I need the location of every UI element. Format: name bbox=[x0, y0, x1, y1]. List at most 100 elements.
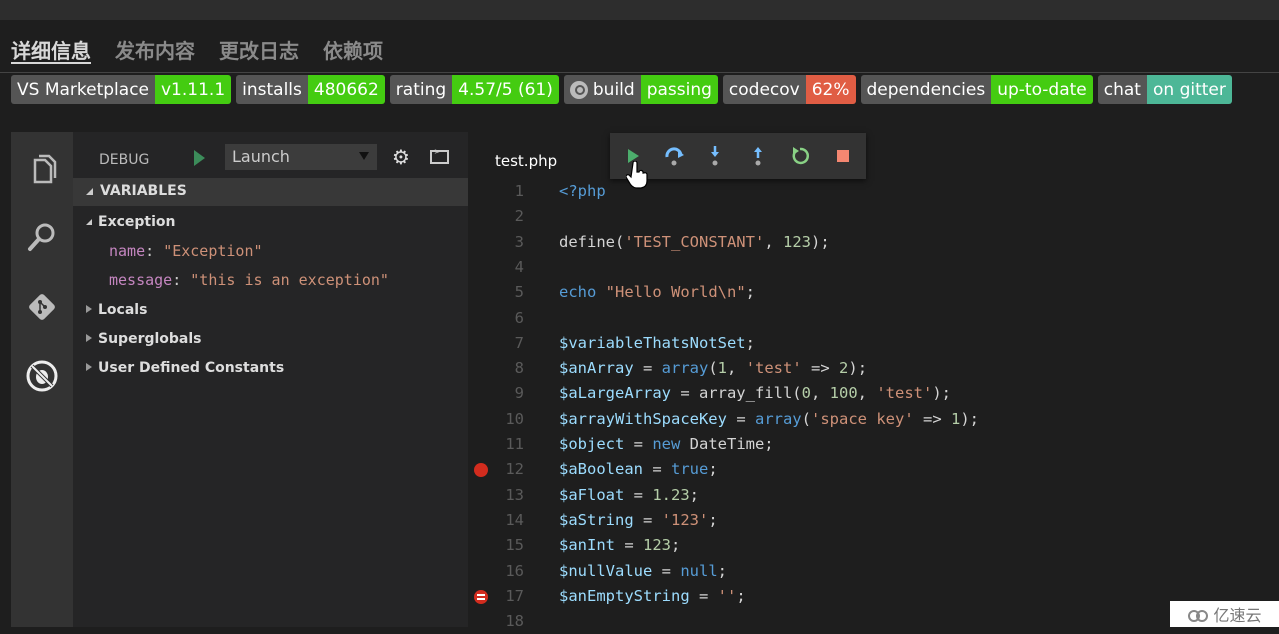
step-out-icon[interactable] bbox=[747, 145, 769, 167]
code-token: 'test' bbox=[745, 359, 802, 378]
code-line[interactable]: 2 bbox=[468, 204, 1279, 229]
code-token: array bbox=[754, 409, 802, 428]
scope-exception[interactable]: Exception bbox=[86, 214, 176, 230]
badge-label: build bbox=[592, 79, 635, 100]
code-token: '123' bbox=[661, 510, 709, 529]
scope-locals[interactable]: Locals bbox=[86, 302, 147, 318]
code-line[interactable]: 9 $aLargeArray = array_fill(0, 100, 'test… bbox=[468, 381, 1279, 406]
step-into-icon[interactable] bbox=[704, 145, 726, 167]
badge-value: v1.11.1 bbox=[155, 75, 232, 104]
launch-config-select[interactable]: Launch bbox=[225, 144, 377, 170]
badge-value: 62% bbox=[805, 75, 856, 104]
variable-value: "this is an exception" bbox=[190, 271, 389, 289]
collapsed-arrow-icon bbox=[86, 334, 92, 342]
continue-icon[interactable] bbox=[622, 145, 644, 167]
code-line[interactable]: 14 $aString = '123'; bbox=[468, 508, 1279, 533]
code-line[interactable]: 5 echo "Hello World\n"; bbox=[468, 280, 1279, 305]
code-token: = bbox=[643, 460, 671, 479]
line-number: 6 bbox=[514, 308, 524, 327]
badge-value: 480662 bbox=[307, 75, 385, 104]
code-token: $nullValue bbox=[559, 561, 653, 580]
tab-changelog[interactable]: 更改日志 bbox=[219, 35, 299, 64]
badge-installs[interactable]: installs 480662 bbox=[236, 75, 385, 104]
code-token: new bbox=[652, 435, 690, 453]
code-line[interactable]: 11 $object = new DateTime; bbox=[468, 432, 1279, 457]
badge-build[interactable]: build passing bbox=[563, 75, 718, 104]
code-line[interactable]: 8 $anArray = array(1, 'test' => 2); bbox=[468, 356, 1279, 381]
scope-label: Locals bbox=[98, 302, 148, 318]
code-text: $aFloat = 1.23; bbox=[559, 483, 699, 508]
start-debugging-button[interactable] bbox=[194, 150, 205, 166]
badge-label: chat bbox=[1097, 75, 1147, 104]
code-line[interactable]: 6 bbox=[468, 306, 1279, 331]
step-over-icon[interactable] bbox=[663, 145, 685, 167]
code-line[interactable]: 18 bbox=[468, 609, 1279, 634]
variable-row[interactable]: message: "this is an exception" bbox=[109, 271, 389, 289]
badge-dependencies[interactable]: dependencies up-to-date bbox=[860, 75, 1093, 104]
code-token: $arrayWithSpaceKey bbox=[559, 409, 727, 428]
tab-dependencies[interactable]: 依赖项 bbox=[323, 35, 383, 64]
code-text: $aLargeArray = array_fill(0, 100, 'test'… bbox=[559, 381, 951, 406]
line-number: 8 bbox=[514, 359, 524, 378]
git-icon[interactable] bbox=[25, 290, 59, 324]
code-line[interactable]: 16 $nullValue = null; bbox=[468, 559, 1279, 584]
conditional-breakpoint-icon[interactable] bbox=[474, 589, 488, 604]
appveyor-icon bbox=[569, 80, 588, 99]
badge-rating[interactable]: rating 4.57/5 (61) bbox=[389, 75, 559, 104]
variables-section-header[interactable]: VARIABLES bbox=[73, 178, 468, 206]
badge-marketplace[interactable]: VS Marketplace v1.11.1 bbox=[11, 75, 232, 104]
tab-details[interactable]: 详细信息 bbox=[11, 35, 91, 64]
code-line[interactable]: 10 $arrayWithSpaceKey = array('space key'… bbox=[468, 407, 1279, 432]
code-token: 123 bbox=[782, 232, 811, 251]
stop-icon[interactable] bbox=[832, 145, 854, 167]
code-token: = bbox=[624, 485, 653, 504]
line-number: 13 bbox=[505, 485, 524, 504]
code-line[interactable]: 17 $anEmptyString = ''; bbox=[468, 584, 1279, 609]
variables-title: VARIABLES bbox=[100, 183, 187, 199]
code-line[interactable]: 7 $variableThatsNotSet; bbox=[468, 331, 1279, 356]
line-number: 5 bbox=[514, 283, 524, 302]
gear-icon[interactable]: ⚙ bbox=[392, 147, 410, 167]
chevron-down-icon bbox=[359, 152, 369, 160]
debug-icon[interactable] bbox=[25, 359, 59, 393]
code-token: => bbox=[801, 359, 840, 378]
explorer-icon[interactable] bbox=[25, 152, 59, 186]
collapsed-arrow-icon bbox=[86, 363, 92, 371]
badge-value: on gitter bbox=[1146, 75, 1232, 104]
code-token: 100 bbox=[829, 384, 858, 403]
line-number: 3 bbox=[514, 232, 524, 251]
code-token: $aString bbox=[559, 510, 634, 529]
debug-console-icon[interactable] bbox=[430, 147, 449, 164]
code-token: 1 bbox=[717, 359, 728, 378]
code-line[interactable]: 12 $aBoolean = true; bbox=[468, 457, 1279, 482]
code-line[interactable]: 15 $anInt = 123; bbox=[468, 533, 1279, 558]
debug-title: DEBUG bbox=[99, 152, 150, 168]
variable-row[interactable]: name: "Exception" bbox=[109, 242, 263, 260]
code-line[interactable]: 3 define('TEST_CONSTANT', 123); bbox=[468, 230, 1279, 255]
breakpoint-icon[interactable] bbox=[474, 463, 488, 478]
code-token: = bbox=[624, 435, 653, 453]
search-icon[interactable] bbox=[25, 220, 59, 254]
file-tab[interactable]: test.php bbox=[495, 152, 557, 170]
code-token: DateTime; bbox=[689, 435, 774, 453]
line-number: 2 bbox=[514, 207, 524, 226]
page-tabs: 详细信息 发布内容 更改日志 依赖项 bbox=[11, 35, 383, 64]
badge-codecov[interactable]: codecov 62% bbox=[722, 75, 856, 104]
code-token: ; bbox=[671, 536, 681, 555]
restart-icon[interactable] bbox=[789, 145, 811, 167]
code-token: ; bbox=[689, 485, 699, 504]
scope-superglobals[interactable]: Superglobals bbox=[86, 331, 202, 347]
code-token: ; bbox=[708, 460, 718, 479]
badge-label: codecov bbox=[722, 75, 806, 104]
code-line[interactable]: 4 bbox=[468, 255, 1279, 280]
code-token: ; bbox=[745, 283, 755, 302]
badge-chat[interactable]: chat on gitter bbox=[1097, 75, 1232, 104]
tab-releases[interactable]: 发布内容 bbox=[115, 35, 195, 64]
code-token: $aBoolean bbox=[559, 460, 643, 479]
line-number: 7 bbox=[514, 333, 524, 352]
cloud-logo-icon bbox=[1188, 610, 1209, 622]
code-text: $anArray = array(1, 'test' => 2); bbox=[559, 356, 867, 381]
code-line[interactable]: 13 $aFloat = 1.23; bbox=[468, 483, 1279, 508]
code-line[interactable]: 1 <?php bbox=[468, 179, 1279, 204]
scope-user-constants[interactable]: User Defined Constants bbox=[86, 360, 284, 376]
